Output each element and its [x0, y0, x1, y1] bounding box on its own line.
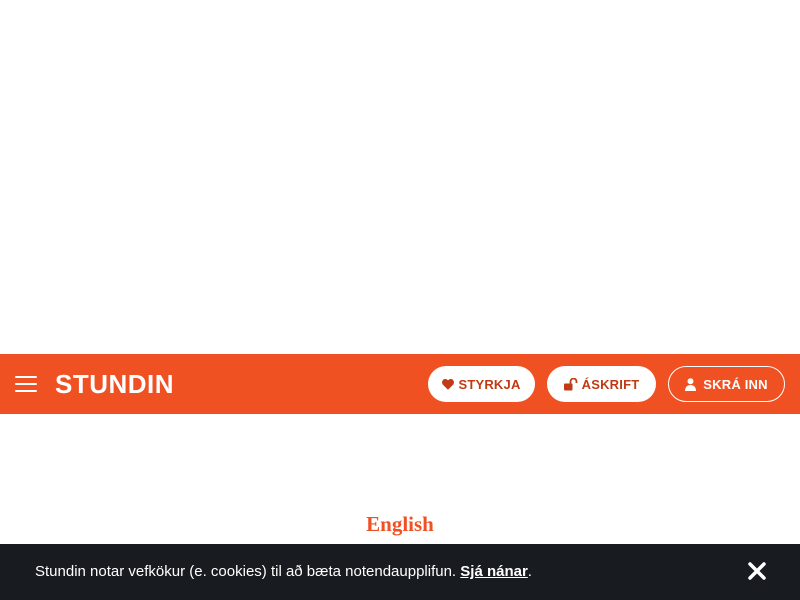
cookie-notice-trailing: .: [527, 563, 532, 580]
login-button-label: SKRÁ INN: [703, 376, 768, 392]
top-empty-area: [0, 0, 800, 354]
english-language-link[interactable]: English: [0, 512, 800, 537]
site-logo[interactable]: STUNDIN: [55, 368, 174, 400]
cookie-notice-text: Stundin notar vefkökur (e. cookies) til …: [35, 563, 532, 581]
unlock-icon: [563, 377, 577, 390]
support-button-label: STYRKJA: [458, 376, 521, 392]
cookie-notice-message: Stundin notar vefkökur (e. cookies) til …: [35, 563, 457, 580]
hamburger-menu-icon[interactable]: [15, 376, 37, 392]
heart-icon: [442, 378, 455, 390]
close-icon[interactable]: [748, 562, 766, 580]
subscribe-button[interactable]: ÁSKRIFT: [547, 366, 656, 402]
user-icon: [685, 377, 697, 391]
login-button[interactable]: SKRÁ INN: [668, 366, 785, 402]
cookie-more-info-link[interactable]: Sjá nánar: [460, 563, 528, 580]
subscribe-button-label: ÁSKRIFT: [581, 376, 640, 392]
cookie-notice-bar: Stundin notar vefkökur (e. cookies) til …: [0, 544, 800, 600]
support-button[interactable]: STYRKJA: [428, 366, 535, 402]
site-header: STUNDIN STYRKJA ÁSKRIFT SKRÁ INN: [0, 354, 800, 414]
